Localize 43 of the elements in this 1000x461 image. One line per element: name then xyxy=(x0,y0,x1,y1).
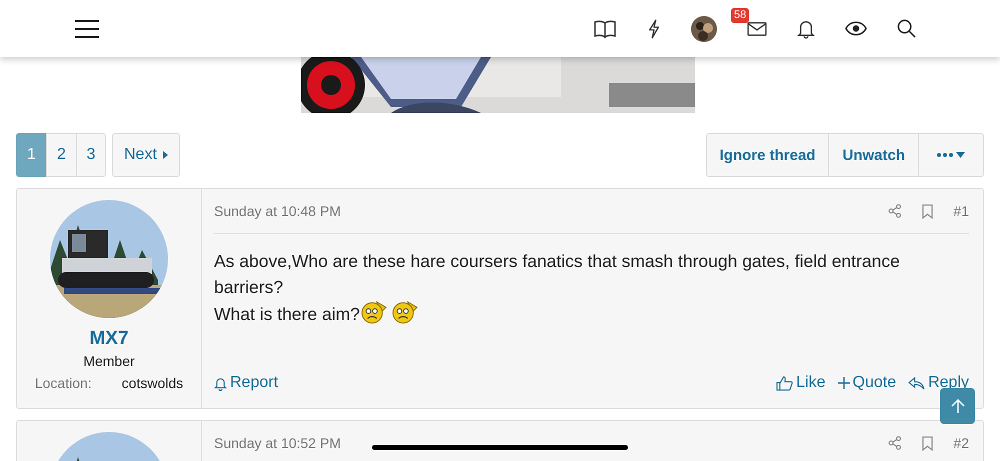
location-label: Location: xyxy=(34,375,92,391)
up-arrow-icon xyxy=(950,398,964,414)
thumbs-up-icon xyxy=(776,376,794,390)
bell-icon[interactable] xyxy=(797,18,815,38)
mail-icon[interactable] xyxy=(747,20,767,36)
post-date[interactable]: Sunday at 10:52 PM xyxy=(214,435,341,451)
sad-face-icon xyxy=(360,300,388,324)
thread-action-button[interactable]: Ignore thread xyxy=(706,133,828,177)
location-value: cotswolds xyxy=(122,375,184,391)
bookmark-icon[interactable] xyxy=(922,436,934,450)
search-icon[interactable] xyxy=(897,19,916,38)
scroll-to-top-button[interactable] xyxy=(940,388,975,424)
sad-face-icon xyxy=(390,300,419,324)
lightning-icon[interactable] xyxy=(647,18,661,38)
post-text: As above,Who are these hare coursers fanatics that smash through gates, field entrance barriers? xyxy=(214,250,901,299)
notification-badge: 58 xyxy=(731,8,750,22)
avatar-icon[interactable] xyxy=(691,16,717,42)
post-number[interactable]: #1 xyxy=(953,203,969,219)
book-icon[interactable] xyxy=(593,18,617,38)
caret-icon xyxy=(162,151,168,159)
thread-action-button[interactable]: Unwatch xyxy=(828,133,918,177)
username-link[interactable]: MX7 xyxy=(89,328,129,350)
share-icon[interactable] xyxy=(888,436,902,450)
post-date[interactable]: Sunday at 10:48 PM xyxy=(214,203,341,219)
plus-icon xyxy=(838,377,850,389)
post-number[interactable]: #2 xyxy=(953,435,969,451)
more-menu-button[interactable] xyxy=(918,133,984,177)
page-button[interactable]: 3 xyxy=(76,133,106,177)
bell-icon xyxy=(214,376,227,390)
eye-icon[interactable] xyxy=(845,21,867,36)
share-icon[interactable] xyxy=(888,204,902,218)
next-button[interactable]: Next xyxy=(112,133,180,177)
more-caret-icon xyxy=(936,150,966,160)
like-link[interactable]: Like xyxy=(776,374,826,392)
quote-link[interactable]: Quote xyxy=(838,374,896,392)
post-text: What is there aim? xyxy=(214,304,360,324)
bookmark-icon[interactable] xyxy=(922,204,934,218)
page-button[interactable]: 1 xyxy=(16,133,46,177)
user-title: Member xyxy=(83,353,135,369)
report-link[interactable]: Report xyxy=(214,374,278,392)
reply-arrow-icon xyxy=(908,376,926,390)
menu-icon[interactable] xyxy=(74,18,100,38)
page-button[interactable]: 2 xyxy=(46,133,76,177)
